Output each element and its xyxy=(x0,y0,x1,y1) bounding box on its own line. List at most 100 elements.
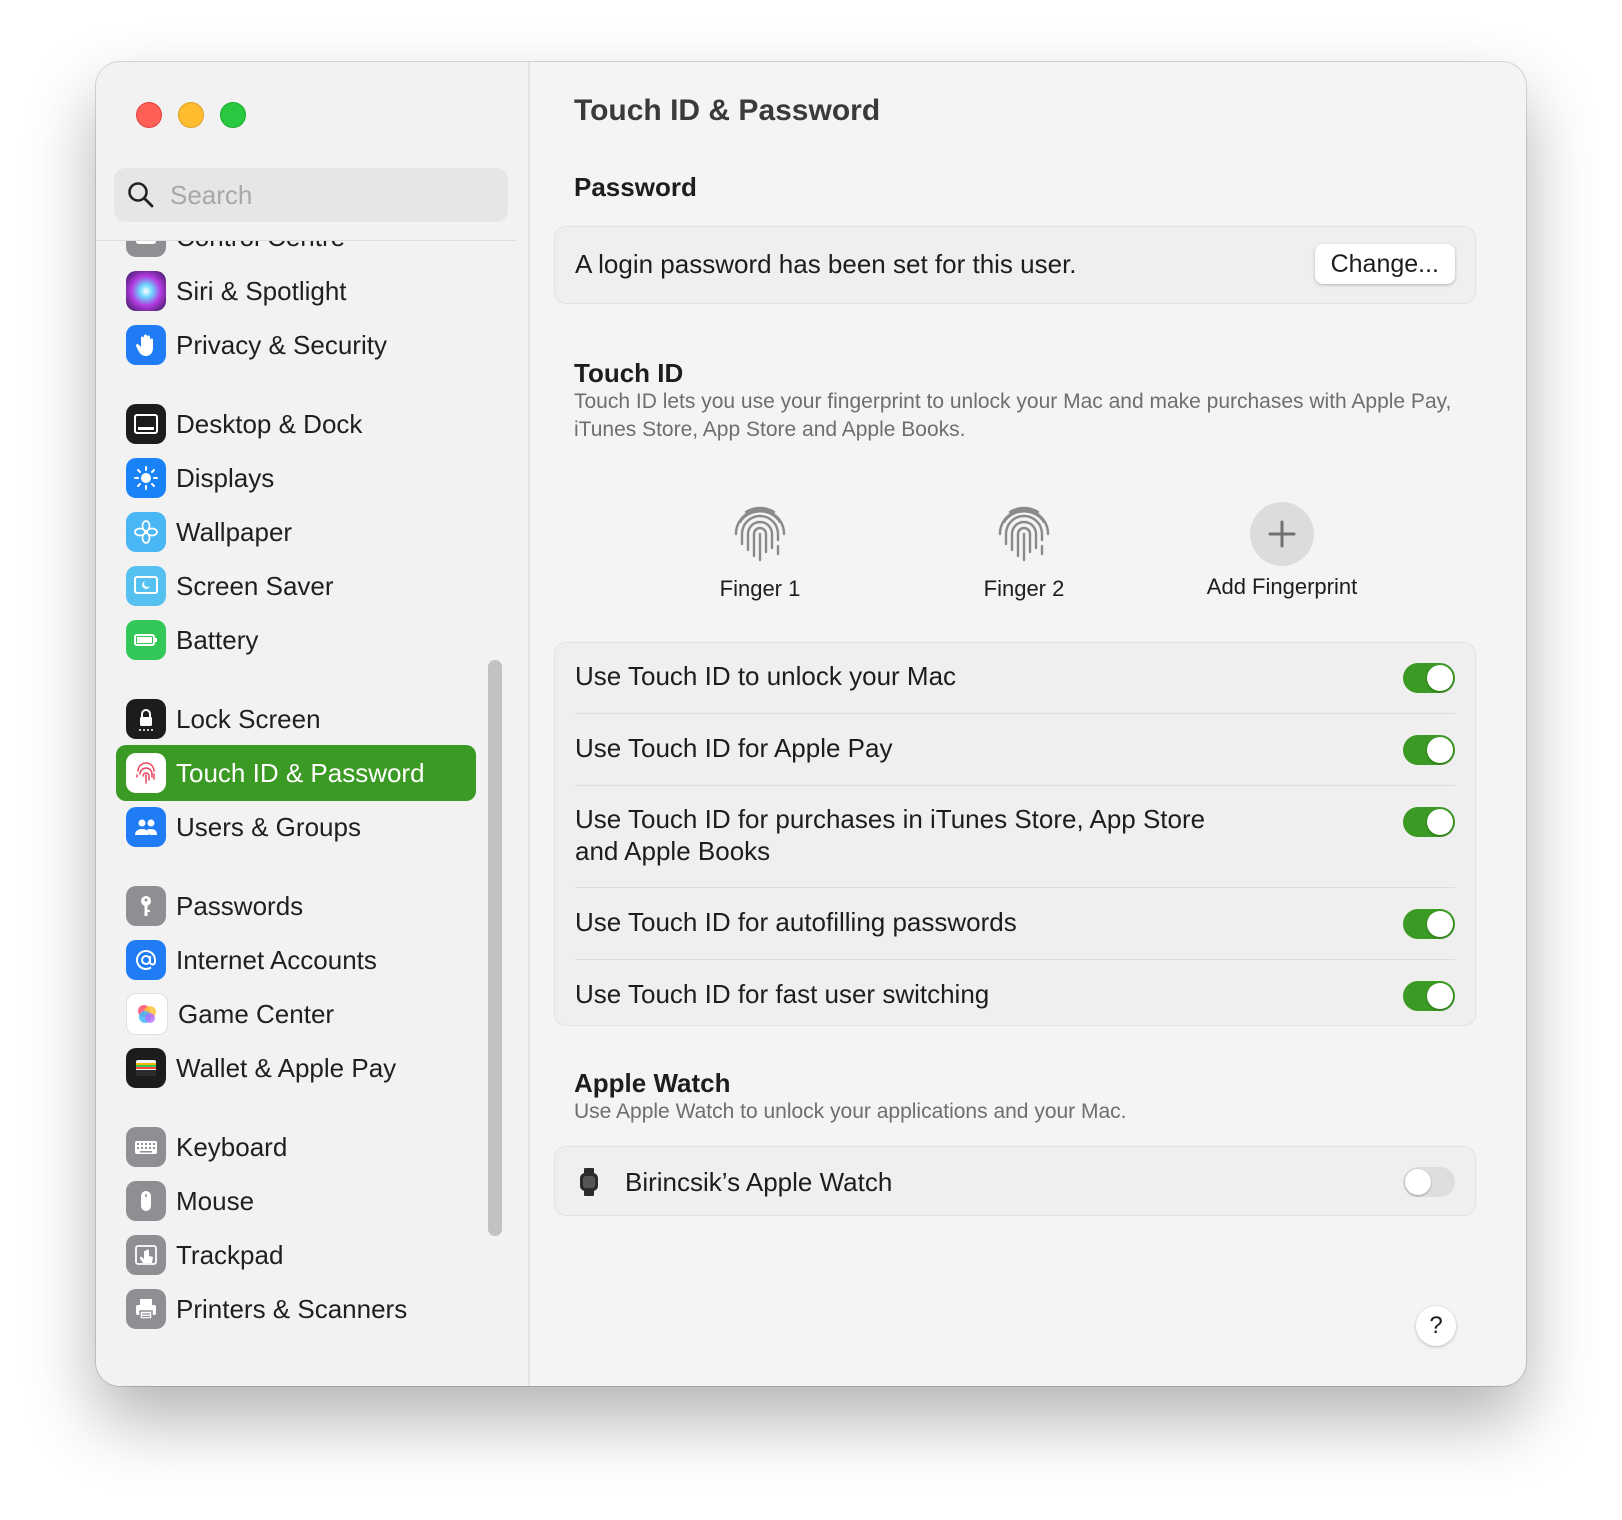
zoom-button[interactable] xyxy=(220,102,246,128)
sidebar-item-wallet-apple-pay[interactable]: Wallet & Apple Pay xyxy=(116,1040,476,1096)
sidebar-item-lock-screen[interactable]: Lock Screen xyxy=(116,691,476,747)
option-label: Use Touch ID to unlock your Mac xyxy=(575,661,957,691)
window-controls xyxy=(136,102,246,128)
sidebar-item-keyboard[interactable]: Keyboard xyxy=(116,1119,476,1175)
hand-icon xyxy=(126,325,166,365)
fingerprint-icon xyxy=(734,506,786,562)
watch-icon xyxy=(580,1168,598,1196)
fingerprint-item[interactable]: Finger 1 xyxy=(660,500,860,602)
lock-icon xyxy=(126,699,166,739)
keyboard-icon xyxy=(126,1127,166,1167)
sun-icon xyxy=(126,458,166,498)
fingerprint-label: Finger 1 xyxy=(719,576,801,601)
sidebar-item-label: Wallpaper xyxy=(176,516,293,547)
sidebar-item-users-groups[interactable]: Users & Groups xyxy=(116,799,476,855)
sidebar-item-battery[interactable]: Battery xyxy=(116,612,476,668)
sidebar-item-screen-saver[interactable]: Screen Saver xyxy=(116,558,476,614)
apple-watch-name: Birincsik’s Apple Watch xyxy=(625,1167,893,1197)
sidebar-item-wallpaper[interactable]: Wallpaper xyxy=(116,504,476,560)
sidebar-item-siri-spotlight[interactable]: Siri & Spotlight xyxy=(116,263,476,319)
sidebar-item-label: Displays xyxy=(176,462,275,493)
toggle-apple-watch[interactable] xyxy=(1403,1167,1455,1197)
sidebar-item-internet-accounts[interactable]: Internet Accounts xyxy=(116,932,476,988)
divider xyxy=(575,785,1455,786)
sidebar-item-label: Wallet & Apple Pay xyxy=(176,1052,397,1083)
sidebar-item-label: Users & Groups xyxy=(176,811,361,842)
sidebar-item-desktop-dock[interactable]: Desktop & Dock xyxy=(116,396,476,452)
sidebar-item-label: Screen Saver xyxy=(176,570,334,601)
sidebar-item-label: Battery xyxy=(176,624,259,655)
sidebar-item-label: Passwords xyxy=(176,890,304,921)
trackpad-icon xyxy=(126,1235,166,1275)
touch-id-heading: Touch ID xyxy=(574,358,684,388)
search-icon xyxy=(128,182,154,208)
sidebar-item-passwords[interactable]: Passwords xyxy=(116,878,476,934)
fingerprint-icon xyxy=(126,753,166,793)
sidebar-item-printers-scanners[interactable]: Printers & Scanners xyxy=(116,1281,476,1337)
divider xyxy=(575,959,1455,960)
mouse-icon xyxy=(126,1181,166,1221)
sidebar-item-label: Game Center xyxy=(178,998,335,1029)
sidebar-item-label: Trackpad xyxy=(176,1239,284,1270)
add-fingerprint-label: Add Fingerprint xyxy=(1206,574,1358,599)
sidebar-item-label: Desktop & Dock xyxy=(176,408,363,439)
password-card: A login password has been set for this u… xyxy=(554,226,1476,304)
dock-icon xyxy=(126,404,166,444)
toggle-apple-pay[interactable] xyxy=(1403,735,1455,765)
close-button[interactable] xyxy=(136,102,162,128)
sidebar-item-privacy-security[interactable]: Privacy & Security xyxy=(116,317,476,373)
sidebar: Search Control Centre Siri & Spotlight P… xyxy=(96,62,530,1386)
search-placeholder: Search xyxy=(170,179,253,210)
sidebar-item-label: Mouse xyxy=(176,1185,255,1216)
touch-id-description: Touch ID lets you use your fingerprint t… xyxy=(574,390,1452,441)
wallet-icon xyxy=(126,1048,166,1088)
option-label: Use Touch ID for purchases in iTunes Sto… xyxy=(575,804,1206,866)
toggle-purchases[interactable] xyxy=(1403,807,1455,837)
plus-icon xyxy=(1268,520,1296,548)
at-icon xyxy=(126,940,166,980)
users-icon xyxy=(126,807,166,847)
sidebar-scrollbar[interactable] xyxy=(488,660,502,1236)
add-fingerprint-button[interactable]: Add Fingerprint xyxy=(1182,500,1382,600)
screen-saver-icon xyxy=(126,566,166,606)
fingerprint-item[interactable]: Finger 2 xyxy=(924,500,1124,602)
sidebar-item-displays[interactable]: Displays xyxy=(116,450,476,506)
toggle-unlock-mac[interactable] xyxy=(1403,663,1455,693)
toggle-autofill-passwords[interactable] xyxy=(1403,909,1455,939)
option-label: Use Touch ID for fast user switching xyxy=(575,979,990,1009)
sidebar-item-label: Printers & Scanners xyxy=(176,1293,408,1324)
sidebar-item-label: Internet Accounts xyxy=(176,944,377,975)
key-icon xyxy=(126,886,166,926)
sidebar-item-mouse[interactable]: Mouse xyxy=(116,1173,476,1229)
sidebar-list: Control Centre Siri & Spotlight Privacy … xyxy=(96,240,516,1386)
fingerprint-label: Finger 2 xyxy=(983,576,1065,601)
add-circle xyxy=(1250,502,1314,566)
help-button[interactable]: ? xyxy=(1416,1306,1456,1346)
battery-icon xyxy=(126,620,166,660)
search-field[interactable]: Search xyxy=(114,168,508,222)
password-heading: Password xyxy=(574,172,697,202)
divider xyxy=(575,887,1455,888)
password-status: A login password has been set for this u… xyxy=(575,249,1077,279)
sidebar-item-label: Siri & Spotlight xyxy=(176,275,347,306)
sidebar-item-touch-id-password[interactable]: Touch ID & Password xyxy=(116,745,476,801)
game-center-icon xyxy=(126,993,168,1035)
flower-icon xyxy=(126,512,166,552)
control-centre-icon xyxy=(126,241,166,257)
apple-watch-description: Use Apple Watch to unlock your applicati… xyxy=(574,1100,1127,1123)
sidebar-item-game-center[interactable]: Game Center xyxy=(116,986,476,1042)
touch-id-options-card: Use Touch ID to unlock your Mac Use Touc… xyxy=(554,642,1476,1026)
printer-icon xyxy=(126,1289,166,1329)
sidebar-item-label: Keyboard xyxy=(176,1131,288,1162)
page-title: Touch ID & Password xyxy=(574,94,881,127)
apple-watch-card: Birincsik’s Apple Watch xyxy=(554,1146,1476,1216)
minimize-button[interactable] xyxy=(178,102,204,128)
toggle-fast-user-switching[interactable] xyxy=(1403,981,1455,1011)
change-password-button[interactable]: Change... xyxy=(1314,244,1455,284)
sidebar-item-trackpad[interactable]: Trackpad xyxy=(116,1227,476,1283)
settings-window: Search Control Centre Siri & Spotlight P… xyxy=(96,62,1526,1386)
fingerprint-icon xyxy=(998,506,1050,562)
sidebar-item-label: Privacy & Security xyxy=(176,329,387,360)
siri-icon xyxy=(126,271,166,311)
sidebar-item-control-centre[interactable]: Control Centre xyxy=(116,241,476,265)
